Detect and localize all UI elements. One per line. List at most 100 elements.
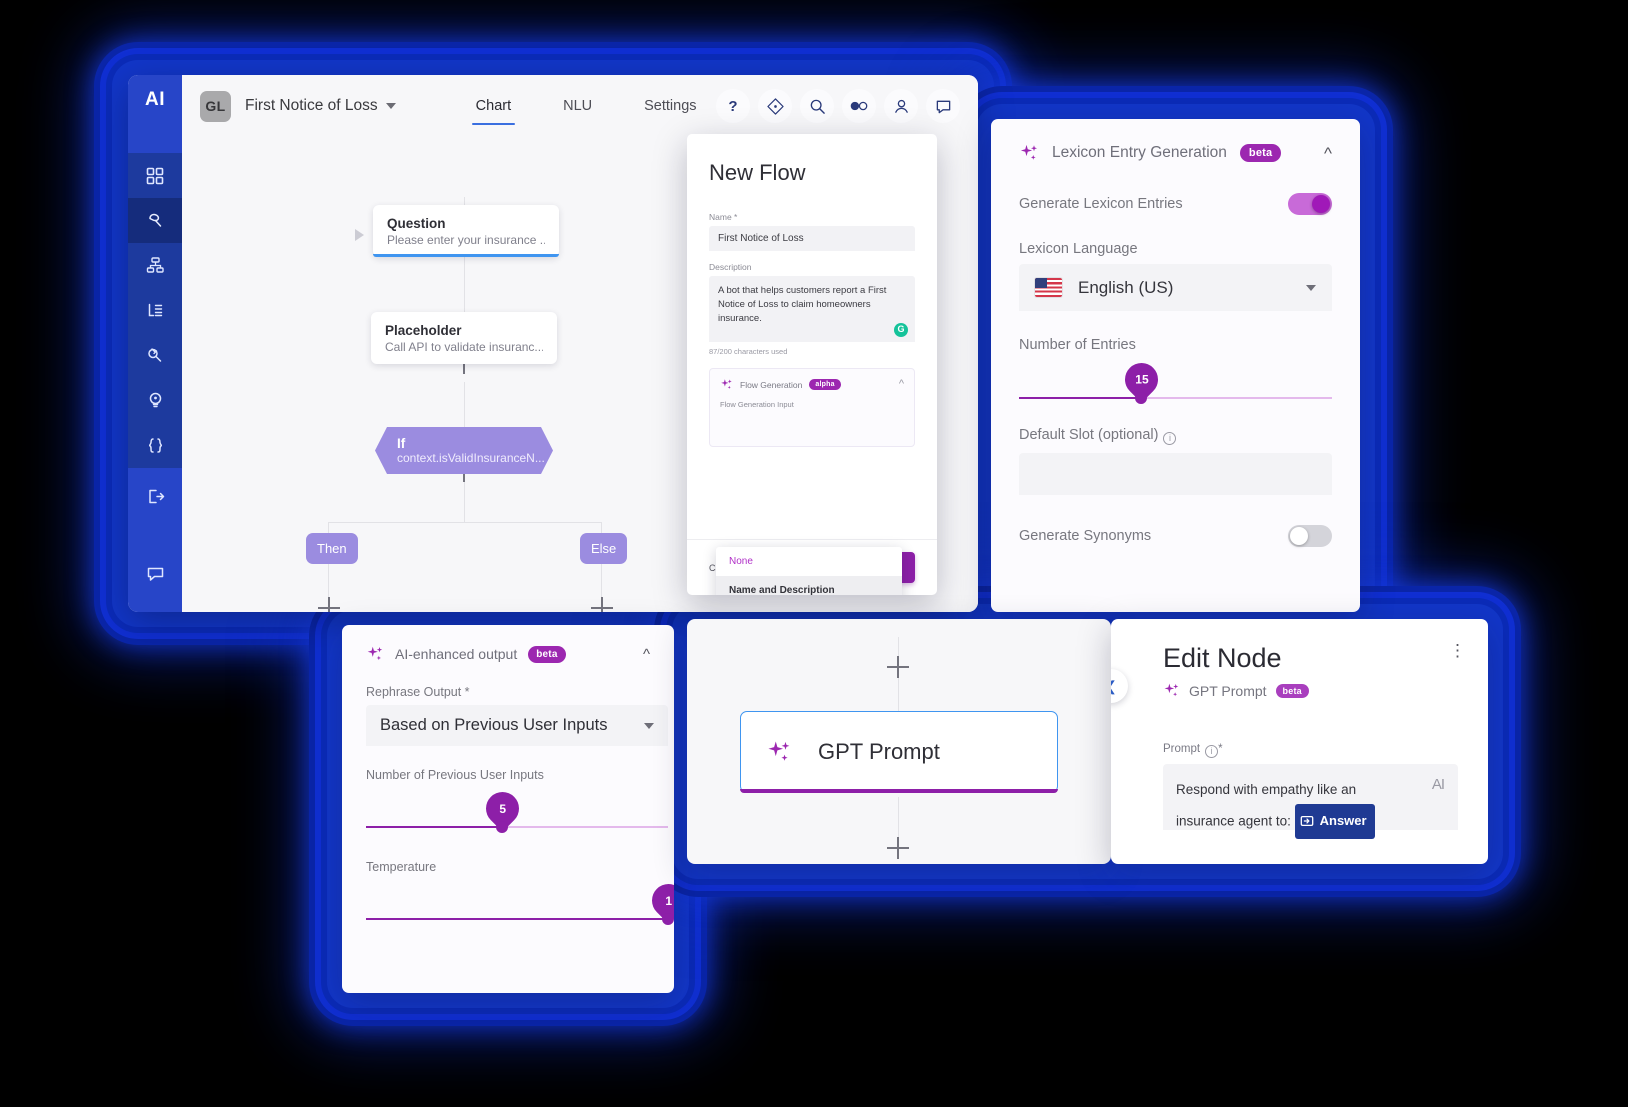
lexicon-language-label: Lexicon Language: [1019, 241, 1138, 257]
sparkle-icon: [1164, 683, 1179, 697]
slider-fill: [366, 918, 668, 920]
new-flow-body: New Flow Name * First Notice of Loss Des…: [687, 134, 937, 539]
sidebar-item-flows[interactable]: [128, 198, 182, 243]
braces-icon: [148, 438, 162, 453]
prompt-line-2-text: insurance agent to:: [1176, 813, 1291, 829]
flow-generation-input-label: Flow Generation Input: [720, 400, 794, 409]
sparkle-icon: [1020, 144, 1037, 160]
generate-lexicon-entries-toggle[interactable]: [1288, 193, 1332, 215]
branch-chip-then[interactable]: Then: [306, 533, 358, 564]
rephrase-output-value: Based on Previous User Inputs: [380, 716, 608, 734]
answer-chip[interactable]: Answer: [1294, 804, 1375, 839]
user-icon[interactable]: [884, 89, 918, 123]
tab-chart[interactable]: Chart: [471, 75, 516, 137]
edit-node-panel: ❮ Edit Node ⋮ GPT Prompt beta Prompti* R…: [1111, 619, 1488, 864]
generate-synonyms-label: Generate Synonyms: [1019, 527, 1152, 544]
lexicon-title: Lexicon Entry Generation: [1052, 144, 1227, 161]
compass-icon[interactable]: [758, 89, 792, 123]
temperature-slider[interactable]: 1: [366, 877, 674, 940]
flow-name-label: First Notice of Loss: [245, 97, 378, 114]
sidebar-item-insights[interactable]: [128, 378, 182, 423]
help-icon[interactable]: ?: [716, 89, 750, 123]
app-logo: AI: [145, 89, 165, 110]
edit-node-subtitle-row: GPT Prompt beta: [1163, 682, 1458, 699]
beta-badge: beta: [1239, 144, 1282, 162]
chat-icon[interactable]: [926, 89, 960, 123]
collapse-panel-button[interactable]: ❮: [1111, 669, 1128, 703]
generate-lexicon-entries-row: Generate Lexicon Entries: [1019, 193, 1332, 215]
slider-knob[interactable]: [495, 821, 508, 833]
sidebar-item-dashboard[interactable]: [128, 153, 182, 198]
us-flag-icon: [1035, 278, 1062, 297]
sidebar-item-code[interactable]: [128, 423, 182, 468]
add-node-button-then[interactable]: [318, 597, 340, 612]
flow-name-dropdown[interactable]: First Notice of Loss: [245, 97, 396, 115]
node-gpt-prompt[interactable]: GPT Prompt: [740, 711, 1058, 793]
default-slot-input[interactable]: [1019, 452, 1332, 495]
grammarly-icon[interactable]: G: [894, 323, 908, 337]
number-of-entries-slider[interactable]: 15: [1019, 356, 1332, 419]
avatar: GL: [200, 90, 231, 122]
add-node-button-else[interactable]: [591, 597, 613, 612]
description-textarea[interactable]: A bot that helps customers report a Firs…: [709, 276, 915, 342]
hierarchy-icon: [146, 257, 164, 273]
info-icon[interactable]: i: [1163, 431, 1177, 445]
input-chip-icon: [1300, 816, 1313, 827]
slider-value: 5: [499, 801, 506, 816]
left-sidebar: AI: [128, 75, 182, 612]
generate-lexicon-entries-label: Generate Lexicon Entries: [1019, 196, 1183, 212]
tab-nlu[interactable]: NLU: [559, 75, 596, 137]
collapse-icon[interactable]: ^: [643, 647, 650, 662]
node-if-condition[interactable]: If context.isValidInsuranceN...: [375, 427, 553, 474]
sidebar-item-hierarchy[interactable]: [128, 243, 182, 288]
number-of-entries-label: Number of Entries: [1019, 337, 1136, 353]
node-question-top[interactable]: Question Please enter your insurance ...: [373, 205, 559, 257]
flow-generation-input-dropdown: None Name and Description Name and Trans…: [716, 547, 902, 595]
prompt-line-1: Respond with empathy like an: [1176, 781, 1357, 797]
sidebar-item-list[interactable]: [128, 288, 182, 333]
new-flow-dialog: New Flow Name * First Notice of Loss Des…: [687, 134, 937, 595]
collapse-icon[interactable]: ^: [1324, 145, 1332, 162]
sparkle-icon: [768, 741, 790, 761]
beta-badge: beta: [528, 645, 566, 663]
slider-knob[interactable]: [662, 913, 674, 925]
toggle-icon[interactable]: [842, 89, 876, 123]
lexicon-language-value: English (US): [1078, 277, 1174, 297]
description-field-label: Description: [709, 262, 752, 272]
toggle-knob: [1312, 195, 1330, 213]
sidebar-item-logout[interactable]: [128, 474, 182, 519]
prompt-line-2: insurance agent to: Answer: [1176, 804, 1445, 839]
chevron-up-icon[interactable]: ^: [899, 379, 904, 390]
ai-assist-icon[interactable]: AI: [1432, 776, 1445, 793]
default-slot-label: Default Slot (optional) i: [1019, 427, 1332, 445]
dropdown-option-name-and-description[interactable]: Name and Description: [716, 576, 902, 595]
node-title: Question: [387, 216, 446, 231]
more-options-icon[interactable]: ⋮: [1449, 642, 1466, 658]
prompt-textarea[interactable]: Respond with empathy like an insurance a…: [1163, 763, 1458, 839]
info-icon[interactable]: i: [1205, 744, 1219, 758]
node-placeholder[interactable]: Placeholder Call API to validate insuran…: [371, 312, 557, 364]
generate-synonyms-toggle[interactable]: [1288, 524, 1332, 547]
sparkle-icon: [367, 646, 383, 661]
add-node-button-below[interactable]: [887, 837, 909, 859]
prompt-required-mark: *: [1218, 743, 1223, 755]
node-title: If: [397, 436, 406, 451]
slider-knob[interactable]: [1135, 392, 1148, 404]
alpha-badge: alpha: [809, 379, 841, 390]
branch-chip-else[interactable]: Else: [580, 533, 628, 564]
dropdown-option-none[interactable]: None: [716, 547, 902, 576]
previous-inputs-label: Number of Previous User Inputs: [366, 768, 544, 782]
sidebar-item-support[interactable]: [128, 551, 182, 596]
plug-icon: [147, 348, 161, 362]
slider-value: 1: [665, 893, 672, 908]
add-node-button-above[interactable]: [887, 656, 909, 678]
sidebar-item-integrations[interactable]: [128, 333, 182, 378]
name-input[interactable]: First Notice of Loss: [709, 226, 915, 251]
answer-chip-label: Answer: [1319, 813, 1367, 829]
search-icon[interactable]: [800, 89, 834, 123]
tab-settings[interactable]: Settings: [640, 75, 700, 137]
rephrase-output-select[interactable]: Based on Previous User Inputs: [366, 705, 668, 746]
lexicon-language-select[interactable]: English (US): [1019, 264, 1332, 311]
gpt-prompt-canvas[interactable]: GPT Prompt: [687, 619, 1111, 864]
previous-inputs-slider[interactable]: 5: [366, 785, 668, 848]
